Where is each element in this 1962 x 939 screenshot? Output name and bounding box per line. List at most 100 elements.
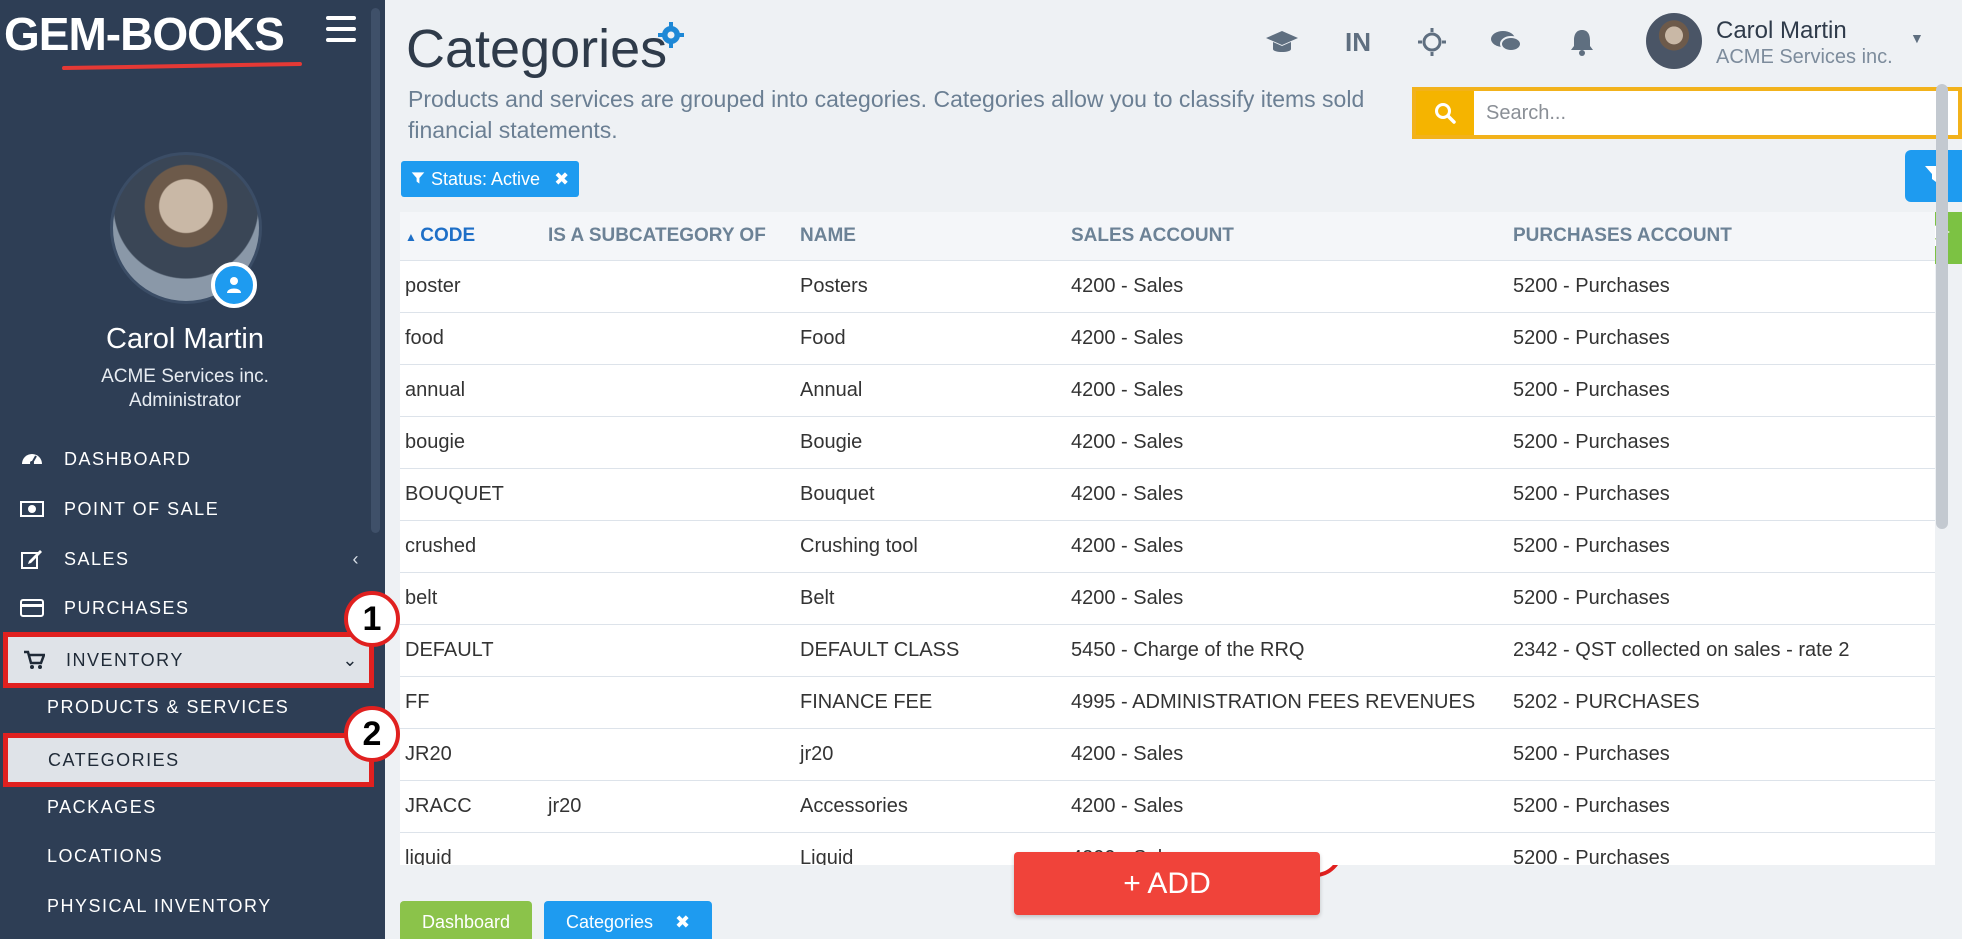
table-cell: jr20	[795, 728, 1066, 781]
dashboard-icon	[20, 449, 44, 469]
page-title: Categories	[406, 19, 668, 79]
caret-down-icon[interactable]: ▼	[1910, 30, 1924, 46]
table-row[interactable]: bougie Bougie 4200 - Sales 5200 - Purchases	[400, 416, 1935, 469]
table-cell: 4200 - Sales	[1066, 468, 1508, 521]
table-cell: 4200 - Sales	[1066, 364, 1508, 417]
table-row[interactable]: JRACC jr20 Accessories 4200 - Sales 5200 - P…	[400, 780, 1935, 833]
table-cell	[543, 676, 795, 729]
edit-icon	[20, 549, 44, 569]
column-header-subcategory[interactable]: IS A SUBCATEGORY OF	[543, 212, 795, 261]
callout-1: 1	[344, 591, 400, 647]
brand-logo[interactable]: GEM-BOOKS	[4, 6, 303, 71]
sidebar-subitem-packages[interactable]: PACKAGES	[0, 784, 370, 830]
column-header-code[interactable]: ▲ CODE	[400, 212, 543, 261]
sidebar-item-label: CATEGORIES	[48, 749, 180, 770]
table-cell: Crushing tool	[795, 520, 1066, 573]
table-cell: Bouquet	[795, 468, 1066, 521]
tab-dashboard[interactable]: Dashboard	[400, 901, 533, 939]
sidebar-subitem-products-services[interactable]: PRODUCTS & SERVICES	[0, 684, 370, 730]
sidebar-item-purchases[interactable]: PURCHASES	[0, 585, 370, 631]
column-header-sales-account[interactable]: SALES ACCOUNT	[1066, 212, 1508, 261]
sidebar-scrollbar[interactable]	[371, 8, 380, 533]
table-cell: 5200 - Purchases	[1508, 468, 1935, 521]
sidebar-item-sales[interactable]: SALES ‹	[0, 536, 370, 582]
sidebar-item-label: INVENTORY	[66, 649, 184, 670]
filter-icon	[411, 169, 431, 190]
avatar[interactable]	[1646, 13, 1702, 69]
table-row[interactable]: crushed Crushing tool 4200 - Sales 5200 - P…	[400, 520, 1935, 573]
sidebar-item-label: PURCHASES	[64, 597, 190, 618]
brightness-icon[interactable]	[1412, 22, 1452, 62]
menu-toggle-icon[interactable]	[326, 16, 356, 42]
filter-chip-label: Status: Active	[431, 168, 541, 189]
table-cell: annual	[400, 364, 543, 417]
bell-icon[interactable]	[1562, 22, 1602, 62]
column-header-purchases-account[interactable]: PURCHASES ACCOUNT	[1508, 212, 1935, 261]
column-header-name[interactable]: NAME	[795, 212, 1066, 261]
status-filter-chip[interactable]: Status: Active ✖	[401, 161, 580, 197]
sidebar-item-point-of-sale[interactable]: POINT OF SALE	[0, 486, 370, 532]
table-row[interactable]: DEFAULT DEFAULT CLASS 5450 - Charge of the…	[400, 624, 1935, 677]
table-cell: jr20	[543, 780, 795, 833]
table-cell: bougie	[400, 416, 543, 469]
table-cell: JRACC	[400, 780, 543, 833]
table-cell: FF	[400, 676, 543, 729]
table-cell	[543, 364, 795, 417]
user-badge-icon[interactable]	[211, 262, 257, 308]
table-cell	[543, 520, 795, 573]
profile-company: ACME Services inc.	[101, 366, 269, 387]
sidebar-item-dashboard[interactable]: DASHBOARD	[0, 436, 370, 482]
table-row[interactable]: belt Belt 4200 - Sales 5200 - Purchases	[400, 572, 1935, 625]
table-row[interactable]: annual Annual 4200 - Sales 5200 - Purchases	[400, 364, 1935, 417]
tab-categories[interactable]: Categories ✖	[544, 901, 713, 939]
table-cell: FINANCE FEE	[795, 676, 1066, 729]
table-cell: DEFAULT CLASS	[795, 624, 1066, 677]
table-cell	[543, 260, 795, 313]
table-cell: DEFAULT	[400, 624, 543, 677]
table-cell: JR20	[400, 728, 543, 781]
sidebar-subitem-physical-inventory[interactable]: PHYSICAL INVENTORY	[0, 883, 370, 929]
close-icon[interactable]: ✖	[554, 169, 569, 190]
profile-role: Administrator	[129, 390, 241, 411]
language-switch[interactable]: IN	[1338, 22, 1378, 62]
tab-label: Dashboard	[422, 911, 511, 932]
sidebar-item-label: PACKAGES	[47, 796, 157, 817]
table-cell	[543, 416, 795, 469]
sidebar-item-inventory[interactable]: INVENTORY ⌄	[3, 632, 374, 688]
sidebar-item-label: PHYSICAL INVENTORY	[47, 895, 272, 916]
table-cell	[543, 468, 795, 521]
table-cell: belt	[400, 572, 543, 625]
table-row[interactable]: food Food 4200 - Sales 5200 - Purchases	[400, 312, 1935, 365]
page-description: Products and services are grouped into c…	[408, 86, 1365, 143]
table-cell: Food	[795, 312, 1066, 365]
search-input[interactable]	[1474, 91, 1958, 135]
table-cell	[543, 624, 795, 677]
credit-card-icon	[20, 598, 44, 618]
sidebar-item-label: DASHBOARD	[64, 448, 192, 469]
table-cell: Accessories	[795, 780, 1066, 833]
add-button[interactable]: + ADD	[1014, 852, 1320, 915]
table-cell	[543, 572, 795, 625]
profile-name: Carol Martin	[106, 323, 264, 355]
table-cell: Annual	[795, 364, 1066, 417]
table-row[interactable]: BOUQUET Bouquet 4200 - Sales 5200 - Purchas…	[400, 468, 1935, 521]
table-row[interactable]: poster Posters 4200 - Sales 5200 - Purchase…	[400, 260, 1935, 313]
table-row[interactable]: FF FINANCE FEE 4995 - ADMINISTRATION FEES …	[400, 676, 1935, 729]
chat-icon[interactable]	[1486, 22, 1526, 62]
search-icon[interactable]	[1416, 91, 1474, 135]
search-box	[1412, 87, 1962, 139]
filter-panel-button[interactable]	[1905, 150, 1962, 202]
sidebar-subitem-categories[interactable]: CATEGORIES	[3, 733, 374, 787]
table-scrollbar[interactable]	[1936, 84, 1948, 529]
table-header-row: ▲ CODE IS A SUBCATEGORY OF NAME SALES AC…	[400, 212, 1935, 261]
close-icon[interactable]: ✖	[675, 912, 690, 933]
table-cell: 5200 - Purchases	[1508, 260, 1935, 313]
graduation-cap-icon[interactable]	[1262, 22, 1302, 62]
header-user-name[interactable]: Carol Martin	[1716, 17, 1847, 45]
sidebar-subitem-locations[interactable]: LOCATIONS	[0, 833, 370, 879]
gear-icon[interactable]	[658, 22, 684, 55]
table-cell: 4200 - Sales	[1066, 520, 1508, 573]
table-cell: food	[400, 312, 543, 365]
table-cell: poster	[400, 260, 543, 313]
table-row[interactable]: JR20 jr20 4200 - Sales 5200 - Purchases	[400, 728, 1935, 781]
